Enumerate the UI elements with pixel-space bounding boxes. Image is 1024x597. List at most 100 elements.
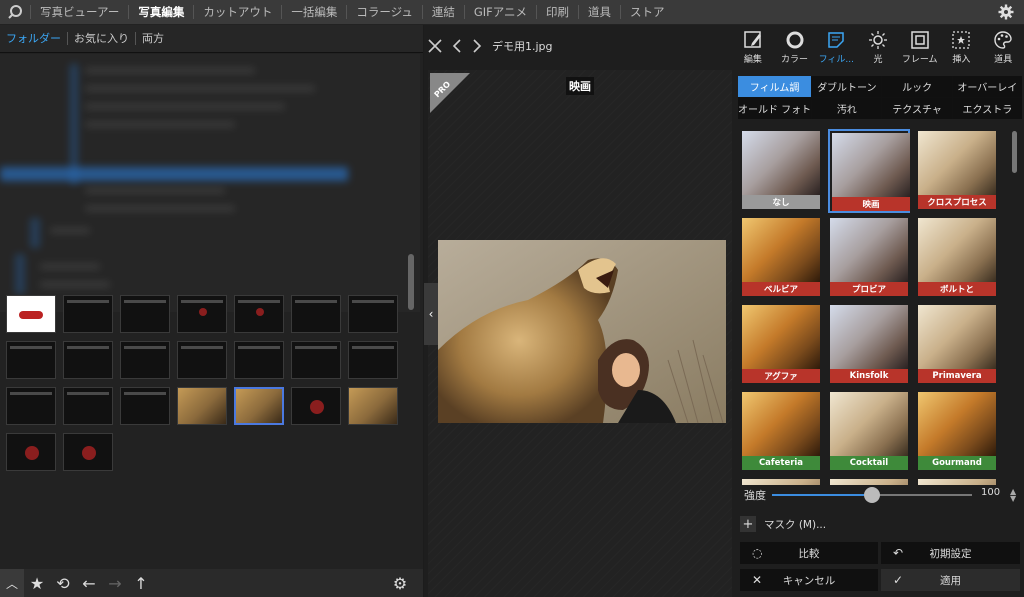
thumbnail[interactable] [120,341,170,379]
tab-look[interactable]: ルック [882,76,952,97]
edit-toolbar: 編集 カラー フィル... 光 フレーム 挿入 道具 [732,25,1024,69]
folder-tree[interactable] [0,54,420,312]
tab-folder[interactable]: フォルダー [6,32,67,45]
tab-film[interactable]: フィルム調 [738,76,812,97]
thumbnail[interactable] [6,433,56,471]
filter-tile[interactable]: Gourmand [916,390,998,474]
tool-edit-label: 編集 [743,54,762,65]
menu-photo-edit[interactable]: 写真編集 [128,5,193,19]
slider-knob[interactable] [864,487,880,503]
tab-overlay[interactable]: オーバーレイ [952,76,1022,97]
menu-combine[interactable]: 連結 [421,5,464,19]
tab-old-photo[interactable]: オールド フォト [738,98,812,119]
reset-button[interactable]: ↶ 初期設定 [881,542,1020,564]
thumbnail[interactable] [6,387,56,425]
filter-tile-selected[interactable]: 映画 [828,129,910,213]
thumbnail[interactable] [348,295,398,333]
thumbnail[interactable] [120,387,170,425]
menu-print[interactable]: 印刷 [536,5,578,19]
filter-tile[interactable]: ボルトと [916,216,998,300]
star-icon[interactable]: ★ [24,569,50,597]
tab-duotone[interactable]: ダブルトーン [812,76,882,97]
tab-dirt[interactable]: 汚れ [812,98,882,119]
tool-color[interactable]: カラー [774,25,816,69]
menu-tools[interactable]: 道具 [578,5,620,19]
thumbnail[interactable] [234,341,284,379]
filter-tile[interactable]: なし [740,129,822,213]
tab-both[interactable]: 両方 [135,32,170,45]
tab-favorites[interactable]: お気に入り [67,32,135,45]
app-logo-icon[interactable] [0,0,30,25]
thumbnail[interactable] [6,341,56,379]
plus-icon[interactable]: + [740,516,756,532]
filter-tile[interactable]: アグファ [740,303,822,387]
gear-icon[interactable]: ⚙ [387,569,413,597]
thumbnail[interactable] [120,295,170,333]
menu-batch-edit[interactable]: 一括編集 [281,5,346,19]
chevron-left-icon[interactable] [452,39,462,53]
filter-scrollbar[interactable] [1012,131,1017,173]
filter-tile[interactable]: クロスプロセス [916,129,998,213]
thumbnail[interactable] [63,295,113,333]
filter-preview-image [830,392,908,456]
filter-tile[interactable] [740,477,822,485]
tool-tools[interactable]: 道具 [982,25,1024,69]
mask-label: マスク (M)... [764,518,827,531]
thumbnail[interactable] [291,387,341,425]
close-icon[interactable] [428,39,442,53]
filter-tile[interactable]: プロビア [828,216,910,300]
filter-tile[interactable] [828,477,910,485]
stepper-icon[interactable]: ▲ ▼ [1010,488,1016,503]
thumbnail[interactable] [234,295,284,333]
tab-texture[interactable]: テクスチャ [882,98,952,119]
thumbnail[interactable] [177,341,227,379]
preview-nav: デモ用1.jpg [424,25,732,67]
panel-toggle-chevron-icon[interactable]: ‹ [424,283,438,345]
tool-light[interactable]: 光 [857,25,899,69]
filter-tile-label: Primavera [918,369,996,383]
filter-tile[interactable]: Primavera [916,303,998,387]
filter-tile[interactable]: Cafeteria [740,390,822,474]
thumbnail[interactable] [177,295,227,333]
cancel-button[interactable]: ✕ キャンセル [740,569,878,591]
thumbnail[interactable] [6,295,56,333]
arrow-up-icon[interactable]: ↑ [128,569,154,597]
tool-frame[interactable]: フレーム [899,25,941,69]
filter-tile[interactable]: ベルビア [740,216,822,300]
tool-edit[interactable]: 編集 [732,25,774,69]
menu-gif-anime[interactable]: GIFアニメ [463,5,536,19]
thumbnail[interactable] [291,341,341,379]
thumbnail[interactable] [291,295,341,333]
tree-scrollbar[interactable] [408,254,414,310]
thumbnail[interactable] [63,387,113,425]
menu-store[interactable]: ストア [620,5,674,19]
thumbnail-selected[interactable] [234,387,284,425]
gear-icon[interactable] [998,4,1014,23]
thumbnail[interactable] [348,341,398,379]
refresh-icon[interactable]: ⟲ [50,569,76,597]
filter-tile[interactable] [916,477,998,485]
arrow-left-icon[interactable]: ← [76,569,102,597]
menu-photo-viewer[interactable]: 写真ビューアー [30,5,128,19]
thumbnail[interactable] [63,341,113,379]
tool-filter[interactable]: フィル... [815,25,857,69]
strength-slider[interactable] [772,487,972,503]
tab-extra[interactable]: エクストラ [952,98,1022,119]
chevron-up-icon[interactable]: ︿ [0,569,24,597]
compare-button[interactable]: ◌ 比較 [740,542,878,564]
thumbnail[interactable] [348,387,398,425]
tool-insert[interactable]: 挿入 [941,25,983,69]
filter-name-label: 映画 [566,77,594,95]
apply-button[interactable]: ✓ 適用 [881,569,1020,591]
filter-tile[interactable]: Kinsfolk [828,303,910,387]
tool-tools-label: 道具 [994,54,1013,65]
preview-photo [438,240,726,423]
thumbnail[interactable] [177,387,227,425]
filter-tile[interactable]: Cocktail [828,390,910,474]
menu-collage[interactable]: コラージュ [346,5,421,19]
thumbnail[interactable] [63,433,113,471]
menu-cutout[interactable]: カットアウト [193,5,281,19]
arrow-right-icon[interactable]: → [102,569,128,597]
chevron-right-icon[interactable] [472,39,482,53]
mask-row[interactable]: + マスク (M)... [740,516,826,532]
